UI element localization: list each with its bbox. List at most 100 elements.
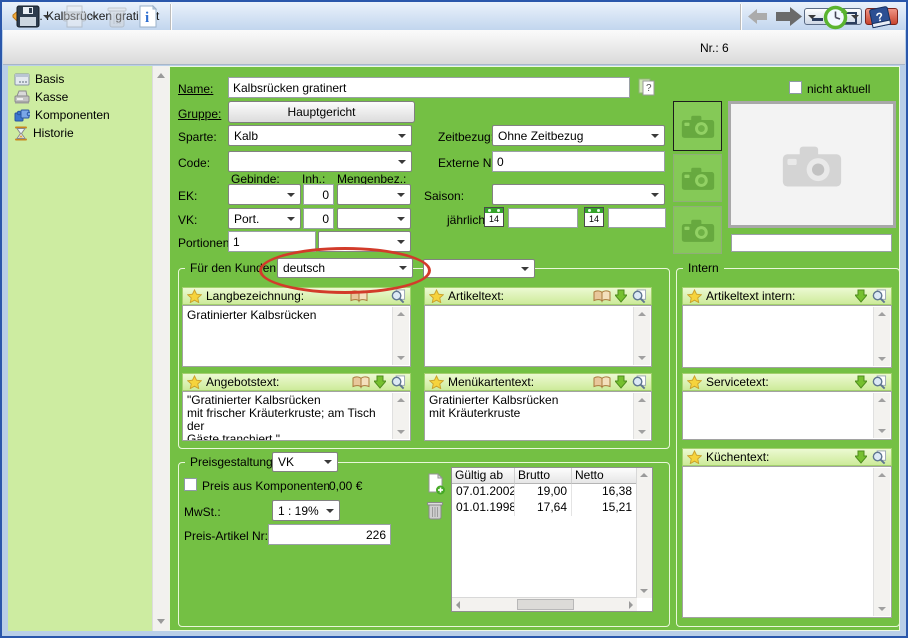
chevron-down-icon: [324, 460, 332, 464]
scrollbar-thumb[interactable]: [516, 599, 575, 610]
artikeltext-text[interactable]: [424, 305, 652, 367]
star-icon[interactable]: [187, 375, 202, 389]
langbezeichnung-label: Langbezeichnung:: [206, 289, 305, 303]
sidebar-item-historie[interactable]: Historie: [8, 124, 152, 142]
portionen-input[interactable]: [228, 231, 316, 252]
langbezeichnung-text[interactable]: Gratinierter Kalbsrücken: [182, 305, 411, 367]
calendar-button-from[interactable]: 14: [484, 207, 504, 227]
star-icon[interactable]: [429, 289, 444, 303]
calendar-button-to[interactable]: 14: [584, 207, 604, 227]
magnifier-icon[interactable]: [871, 449, 887, 465]
code-select[interactable]: [228, 151, 412, 172]
photo-thumbnail-1[interactable]: [673, 101, 722, 151]
artikeltext-intern-text[interactable]: [682, 305, 892, 368]
magnifier-icon[interactable]: [390, 374, 406, 390]
book-icon[interactable]: [593, 375, 611, 389]
photo-thumbnail-3[interactable]: [673, 206, 722, 254]
book-icon[interactable]: [593, 289, 611, 303]
magnifier-icon[interactable]: [871, 288, 887, 304]
green-down-arrow-icon[interactable]: [855, 289, 867, 303]
vk-inh-input[interactable]: [303, 208, 334, 229]
sidebar-item-kasse[interactable]: Kasse: [8, 88, 152, 106]
star-icon[interactable]: [687, 450, 702, 464]
name-label: Name:: [178, 82, 214, 96]
green-down-arrow-icon[interactable]: [615, 375, 627, 389]
name-help-icon[interactable]: ?: [637, 77, 657, 100]
magnifier-icon[interactable]: [631, 374, 647, 390]
price-mode-select[interactable]: VK: [272, 452, 338, 472]
ek-gebinde-select[interactable]: [228, 184, 301, 205]
sidebar-scrollbar[interactable]: [152, 66, 170, 631]
add-price-button[interactable]: [427, 472, 446, 498]
mwst-select[interactable]: 1 : 19%: [272, 500, 340, 521]
green-down-arrow-icon[interactable]: [855, 450, 867, 464]
jaehrlich-to-input[interactable]: [608, 208, 666, 228]
green-down-arrow-icon[interactable]: [615, 289, 627, 303]
textarea-scrollbar[interactable]: [633, 393, 650, 439]
green-down-arrow-icon[interactable]: [855, 375, 867, 389]
price-table-hscrollbar[interactable]: [452, 597, 637, 611]
help-button[interactable]: ?: [868, 5, 893, 29]
scroll-down-icon: [157, 619, 165, 624]
ek-mengenbez-select[interactable]: [337, 184, 411, 205]
book-icon[interactable]: [352, 375, 370, 389]
language-select-secondary[interactable]: [423, 259, 535, 278]
externe-nr-input[interactable]: [492, 151, 665, 172]
sparte-select[interactable]: Kalb: [228, 125, 412, 146]
magnifier-icon[interactable]: [631, 288, 647, 304]
textarea-scrollbar[interactable]: [873, 307, 890, 366]
magnifier-icon[interactable]: [390, 288, 406, 304]
nav-back-button[interactable]: [748, 9, 768, 24]
save-dropdown[interactable]: [43, 15, 51, 19]
star-icon[interactable]: [429, 375, 444, 389]
nav-forward-button[interactable]: [776, 7, 802, 26]
textarea-scrollbar[interactable]: [392, 393, 409, 439]
textarea-scrollbar[interactable]: [873, 393, 890, 438]
gruppe-button[interactable]: Hauptgericht: [228, 101, 415, 123]
star-icon[interactable]: [687, 289, 702, 303]
sidebar-item-basis[interactable]: Basis: [8, 70, 152, 88]
vk-gebinde-select[interactable]: Port.: [228, 208, 301, 229]
info-button[interactable]: i: [138, 5, 158, 28]
textarea-scrollbar[interactable]: [633, 307, 650, 365]
star-icon[interactable]: [187, 289, 202, 303]
sidebar-item-komponenten[interactable]: Komponenten: [8, 106, 152, 124]
saison-select[interactable]: [492, 184, 665, 205]
price-table-vscrollbar[interactable]: [636, 468, 652, 598]
history-dropdown[interactable]: [851, 15, 859, 19]
cell-netto: 16,38: [572, 484, 637, 500]
menuekartentext-text[interactable]: Gratinierter Kalbsrücken mit Kräuterkrus…: [424, 391, 652, 441]
green-down-arrow-icon[interactable]: [374, 375, 386, 389]
kuechentext-text[interactable]: [682, 466, 892, 618]
save-button[interactable]: [16, 5, 40, 28]
angebotstext-text[interactable]: "Gratinierter Kalbsrücken mit frischer K…: [182, 391, 411, 441]
price-row[interactable]: 01.01.1998 17,64 15,21: [452, 500, 652, 516]
camera-icon: [681, 219, 714, 242]
name-input[interactable]: [228, 77, 630, 98]
chevron-down-icon: [43, 15, 51, 19]
chevron-down-icon: [851, 15, 859, 19]
vk-mengenbez-select[interactable]: [337, 208, 411, 229]
delete-price-button[interactable]: [426, 500, 444, 523]
photo-thumbnail-2[interactable]: [673, 154, 722, 202]
nicht-aktuell-checkbox[interactable]: [789, 81, 802, 94]
photo-preview[interactable]: [728, 101, 896, 228]
textarea-scrollbar[interactable]: [392, 307, 409, 365]
kuechentext-label: Küchentext:: [706, 450, 770, 464]
zeitbezug-select[interactable]: Ohne Zeitbezug: [492, 125, 665, 146]
trash-icon: [107, 7, 127, 28]
star-icon[interactable]: [687, 375, 702, 389]
ek-inh-input[interactable]: [303, 184, 334, 205]
servicetext-text[interactable]: [682, 391, 892, 440]
photo-caption-input[interactable]: [731, 234, 892, 252]
textarea-scrollbar[interactable]: [873, 468, 890, 616]
price-article-input[interactable]: [268, 524, 391, 545]
nav-dropdown[interactable]: [808, 15, 816, 19]
jaehrlich-from-input[interactable]: [508, 208, 578, 228]
angebotstext-value: "Gratinierter Kalbsrücken mit frischer K…: [187, 393, 376, 441]
price-row[interactable]: 07.01.2002 19,00 16,38: [452, 484, 652, 500]
history-button[interactable]: [823, 5, 848, 30]
menuekartentext-value: Gratinierter Kalbsrücken mit Kräuterkrus…: [429, 393, 559, 420]
magnifier-icon[interactable]: [871, 374, 887, 390]
price-components-checkbox[interactable]: [184, 478, 197, 491]
